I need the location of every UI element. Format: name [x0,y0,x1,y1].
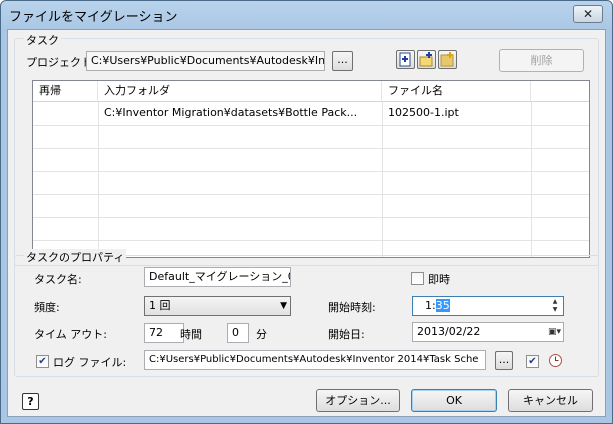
log-file-path-field[interactable]: C:¥Users¥Public¥Documents¥Autodesk¥Inven… [144,350,486,370]
clock-icon [548,353,563,371]
task-name-input[interactable]: Default_マイグレーション_001 [144,267,291,287]
start-date-input[interactable]: 2013/02/22 ▣▾ [412,322,564,342]
column-header-blank [531,81,589,101]
timeout-minutes-input[interactable]: 0 [227,323,249,343]
hours-unit-label: 時間 [180,328,202,341]
project-browse-button[interactable]: ... [332,51,353,71]
table-row-recursive-cell[interactable] [33,102,98,124]
start-time-label: 開始時刻: [328,301,376,314]
options-button[interactable]: オプション... [316,389,400,412]
table-row-input-folder-cell[interactable]: C:¥Inventor Migration¥datasets¥Bottle Pa… [98,102,382,124]
immediate-label: 即時 [428,273,450,286]
immediate-checkbox[interactable] [411,272,424,285]
ok-button[interactable]: OK [411,389,497,412]
delete-button[interactable]: 削除 [499,49,584,72]
frequency-select[interactable]: 1 回 ▼ [144,296,291,316]
add-project-icon [440,52,454,67]
add-folder-button[interactable] [417,50,436,69]
add-file-button[interactable] [396,50,415,69]
column-header-file-name[interactable]: ファイル名 [382,81,531,101]
frequency-value: 1 回 [149,299,171,312]
clock-icon-svg [549,354,562,367]
properties-group-label: タスクのプロパティ [24,249,127,265]
task-list-table[interactable]: 再帰 入力フォルダ ファイル名 C:¥Inventor Migration¥da… [32,80,590,258]
table-row-file-name-cell[interactable]: 102500-1.ipt [382,102,531,124]
log-file-checkbox[interactable]: ✔ [36,355,49,368]
timeout-hours-input[interactable]: 72 [144,323,184,343]
calendar-dropdown-icon[interactable]: ▣▾ [548,323,561,341]
log-view-checkbox[interactable]: ✔ [526,355,539,368]
task-group-label: タスク [24,32,61,48]
cancel-button[interactable]: キャンセル [508,389,593,412]
column-header-input-folder[interactable]: 入力フォルダ [98,81,382,101]
row-divider [33,194,589,195]
chevron-down-icon: ▼ [280,301,287,311]
frequency-label: 頻度: [34,301,60,314]
row-divider [33,240,589,241]
add-project-button[interactable] [438,50,457,69]
row-divider [33,148,589,149]
help-button[interactable]: ? [22,393,39,410]
row-divider [33,125,589,126]
dialog-client: タスク プロジェクト: C:¥Users¥Public¥Documents¥Au… [7,29,606,417]
window-title: ファイルをマイグレーション [9,10,178,25]
dialog-window: ファイルをマイグレーション ✕ タスク プロジェクト: C:¥Users¥Pub… [0,0,613,424]
start-time-hour: 1: [425,299,436,312]
column-header-recursive[interactable]: 再帰 [33,81,98,101]
timeout-label: タイム アウト: [34,328,107,341]
start-date-value: 2013/02/22 [417,325,481,338]
start-date-label: 開始日: [328,328,365,341]
add-file-icon [399,52,411,67]
add-folder-icon [419,52,433,67]
start-time-input[interactable]: 1:35 ▲ ▼ [412,296,564,316]
log-file-label: ログ ファイル: [53,356,127,369]
row-divider [33,171,589,172]
row-divider [33,217,589,218]
minutes-unit-label: 分 [256,328,267,341]
table-header: 再帰 入力フォルダ ファイル名 [33,81,589,102]
close-button[interactable]: ✕ [573,5,603,23]
task-name-label: タスク名: [34,273,82,286]
project-path-field[interactable]: C:¥Users¥Public¥Documents¥Autodesk¥Inven [86,51,325,71]
log-file-browse-button[interactable]: ... [495,351,513,370]
start-time-minute[interactable]: 35 [435,299,450,312]
start-time-spinner[interactable]: ▲ ▼ [548,298,562,314]
